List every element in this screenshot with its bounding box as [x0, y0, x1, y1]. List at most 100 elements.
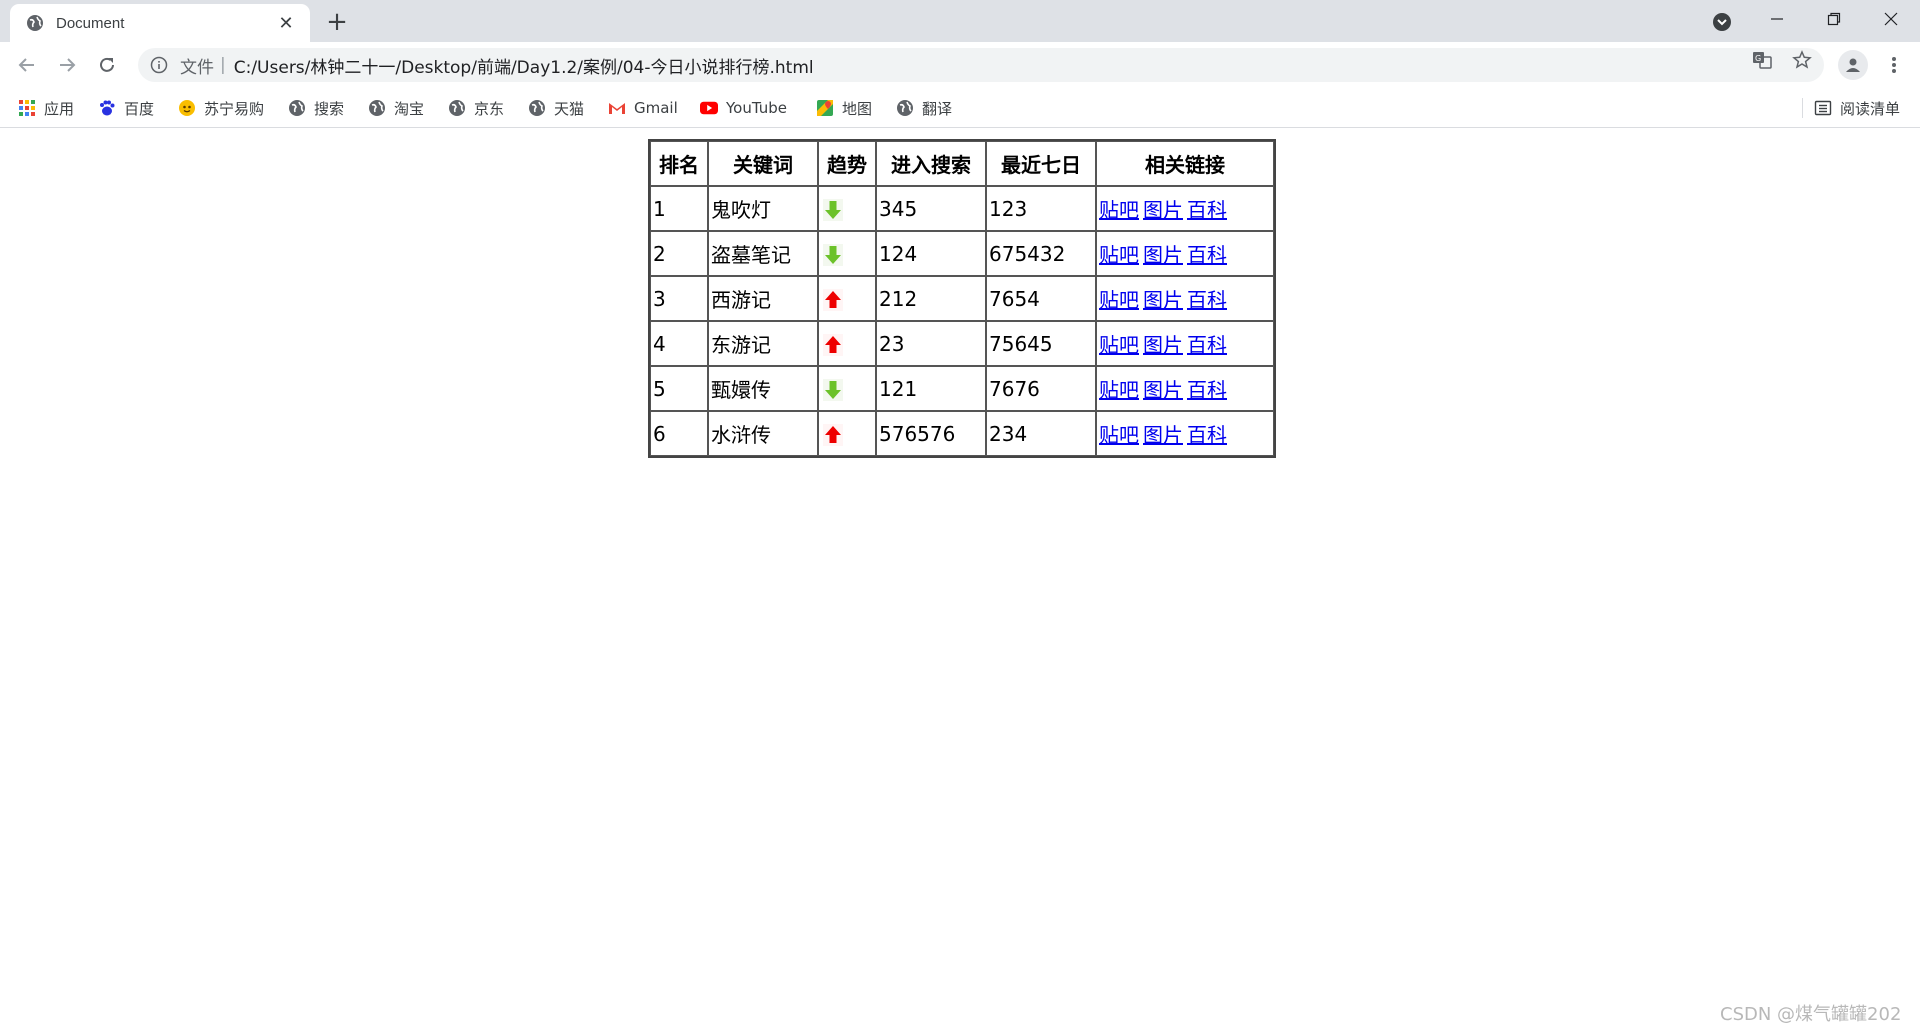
browser-tab[interactable]: Document ✕ [10, 4, 310, 42]
baike-link[interactable]: 百科 [1187, 288, 1227, 312]
bookmark-label: 应用 [44, 99, 75, 118]
bookmark-label: Gmail [634, 99, 678, 117]
search-count-cell: 212 [876, 276, 986, 321]
table-row: 4 东游记 23 75645 贴吧 图片 百科 [650, 321, 1274, 366]
header-trend: 趋势 [818, 141, 876, 186]
youtube-icon [700, 99, 718, 117]
bookmark-label: 翻译 [922, 99, 953, 118]
bookmark-translate[interactable]: 翻译 [896, 96, 952, 120]
maps-icon [816, 99, 834, 117]
week-count-cell: 75645 [986, 321, 1096, 366]
baike-link[interactable]: 百科 [1187, 378, 1227, 402]
rank-cell: 2 [650, 231, 708, 276]
trend-cell [818, 276, 876, 321]
trend-cell [818, 366, 876, 411]
bookmark-youtube[interactable]: YouTube [700, 96, 787, 120]
trend-down-arrow-icon [823, 378, 843, 401]
table-header-row: 排名 关键词 趋势 进入搜索 最近七日 相关链接 [650, 141, 1274, 186]
rank-cell: 5 [650, 366, 708, 411]
images-link[interactable]: 图片 [1143, 198, 1183, 222]
header-search: 进入搜索 [876, 141, 986, 186]
bookmark-suning[interactable]: 苏宁易购 [178, 96, 264, 120]
links-cell: 贴吧 图片 百科 [1096, 321, 1274, 366]
bookmark-baidu[interactable]: 百度 [98, 96, 154, 120]
reading-list-button[interactable]: 阅读清单 [1814, 96, 1900, 120]
bookmark-jd[interactable]: 京东 [448, 96, 504, 120]
url-text[interactable]: C:/Users/林钟二十一/Desktop/前端/Day1.2/案例/04-今… [234, 53, 814, 78]
search-count-cell: 345 [876, 186, 986, 231]
trend-down-arrow-icon [823, 243, 843, 266]
gmail-icon [608, 99, 626, 117]
table-row: 6 水浒传 576576 234 贴吧 图片 百科 [650, 411, 1274, 456]
bookmark-label: 百度 [124, 99, 155, 118]
week-count-cell: 123 [986, 186, 1096, 231]
bookmark-apps[interactable]: 应用 [18, 96, 74, 120]
novel-ranking-table: 排名 关键词 趋势 进入搜索 最近七日 相关链接 1 鬼吹灯 345 123 贴吧 图片百… [648, 139, 1276, 458]
images-link[interactable]: 图片 [1143, 423, 1183, 447]
tieba-link[interactable]: 贴吧 [1099, 378, 1139, 402]
bookmark-gmail[interactable]: Gmail [608, 96, 678, 120]
links-cell: 贴吧 图片 百科 [1096, 186, 1274, 231]
menu-kebab-icon[interactable] [1882, 52, 1906, 78]
baike-link[interactable]: 百科 [1187, 423, 1227, 447]
info-icon[interactable] [150, 56, 168, 74]
tieba-link[interactable]: 贴吧 [1099, 333, 1139, 357]
bookmark-search[interactable]: 搜索 [288, 96, 344, 120]
tieba-link[interactable]: 贴吧 [1099, 198, 1139, 222]
globe-icon [896, 99, 914, 117]
address-bar[interactable]: 文件 | C:/Users/林钟二十一/Desktop/前端/Day1.2/案例… [138, 48, 1824, 82]
baike-link[interactable]: 百科 [1187, 333, 1227, 357]
bookmark-tmall[interactable]: 天猫 [528, 96, 584, 120]
baidu-paw-icon [98, 99, 116, 117]
restore-button[interactable] [1805, 0, 1862, 38]
close-window-button[interactable] [1862, 0, 1919, 38]
bookmark-label: 京东 [474, 99, 505, 118]
bookmark-label: YouTube [726, 99, 787, 117]
minimize-button[interactable] [1748, 0, 1805, 38]
forward-button[interactable] [52, 50, 82, 80]
week-count-cell: 7654 [986, 276, 1096, 321]
bookmark-label: 淘宝 [394, 99, 425, 118]
svg-text:G: G [1755, 54, 1761, 63]
bookmarks-bar: 应用 百度 苏宁易购 搜索 淘宝 京东 天猫 Gmail YouTube 地图 … [0, 88, 1920, 128]
reading-list-label: 阅读清单 [1840, 99, 1901, 118]
tieba-link[interactable]: 贴吧 [1099, 243, 1139, 267]
week-count-cell: 7676 [986, 366, 1096, 411]
new-tab-button[interactable]: + [322, 7, 352, 37]
images-link[interactable]: 图片 [1143, 243, 1183, 267]
tab-search-button[interactable] [1710, 10, 1734, 34]
keyword-cell: 鬼吹灯 [708, 186, 818, 231]
rank-cell: 6 [650, 411, 708, 456]
trend-up-arrow-icon [823, 288, 843, 311]
globe-icon [448, 99, 466, 117]
reload-button[interactable] [92, 50, 122, 80]
header-week: 最近七日 [986, 141, 1096, 186]
bookmark-maps[interactable]: 地图 [816, 96, 872, 120]
links-cell: 贴吧 图片 百科 [1096, 366, 1274, 411]
trend-cell [818, 321, 876, 366]
watermark: CSDN @煤气罐罐202 [1720, 1004, 1902, 1025]
baike-link[interactable]: 百科 [1187, 243, 1227, 267]
baike-link[interactable]: 百科 [1187, 198, 1227, 222]
bookmark-label: 天猫 [554, 99, 585, 118]
browser-toolbar: 文件 | C:/Users/林钟二十一/Desktop/前端/Day1.2/案例… [0, 42, 1920, 88]
tab-title: Document [56, 14, 125, 32]
globe-icon [288, 99, 306, 117]
images-link[interactable]: 图片 [1143, 333, 1183, 357]
translate-icon[interactable]: G [1752, 50, 1772, 70]
table-row: 1 鬼吹灯 345 123 贴吧 图片 百科 [650, 186, 1274, 231]
profile-avatar[interactable] [1838, 50, 1868, 80]
bookmark-taobao[interactable]: 淘宝 [368, 96, 424, 120]
keyword-cell: 盗墓笔记 [708, 231, 818, 276]
keyword-cell: 水浒传 [708, 411, 818, 456]
header-keyword: 关键词 [708, 141, 818, 186]
header-rank: 排名 [650, 141, 708, 186]
links-cell: 贴吧 图片 百科 [1096, 276, 1274, 321]
tieba-link[interactable]: 贴吧 [1099, 288, 1139, 312]
images-link[interactable]: 图片 [1143, 378, 1183, 402]
back-button[interactable] [12, 50, 42, 80]
bookmark-star-icon[interactable] [1792, 50, 1812, 70]
close-tab-icon[interactable]: ✕ [274, 11, 298, 35]
images-link[interactable]: 图片 [1143, 288, 1183, 312]
tieba-link[interactable]: 贴吧 [1099, 423, 1139, 447]
